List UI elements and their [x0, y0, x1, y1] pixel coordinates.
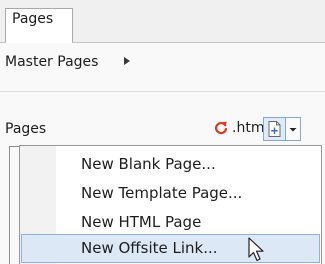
section-divider [0, 91, 325, 92]
chevron-down-icon [289, 128, 297, 132]
pages-section-label: Pages [5, 121, 47, 137]
master-pages-label: Master Pages [5, 54, 99, 70]
menu-item-label: New HTML Page [81, 213, 202, 231]
menu-item-label: New Offsite Link... [81, 239, 218, 257]
new-page-menu: New Blank Page... New Template Page... N… [19, 145, 322, 264]
mouse-pointer-icon [248, 237, 264, 262]
menu-item-new-template-page[interactable]: New Template Page... [21, 179, 320, 208]
refresh-icon [215, 121, 228, 135]
play-right-icon[interactable] [121, 54, 133, 68]
menu-item-new-html-page[interactable]: New HTML Page [21, 208, 320, 237]
tab-pages-label: Pages [12, 11, 54, 27]
page-list-border [9, 146, 10, 264]
menu-item-new-blank-page[interactable]: New Blank Page... [21, 150, 320, 179]
html-link[interactable]: .html [213, 120, 268, 136]
menu-item-label: New Blank Page... [81, 155, 216, 173]
add-page-button[interactable] [263, 117, 286, 141]
menu-item-new-offsite-link[interactable]: New Offsite Link... [21, 234, 320, 263]
tab-pages[interactable]: Pages [5, 8, 73, 43]
add-page-dropdown-button[interactable] [286, 117, 301, 141]
master-pages-row[interactable]: Master Pages [5, 52, 98, 72]
add-page-icon [268, 121, 281, 137]
menu-item-label: New Template Page... [81, 184, 243, 202]
